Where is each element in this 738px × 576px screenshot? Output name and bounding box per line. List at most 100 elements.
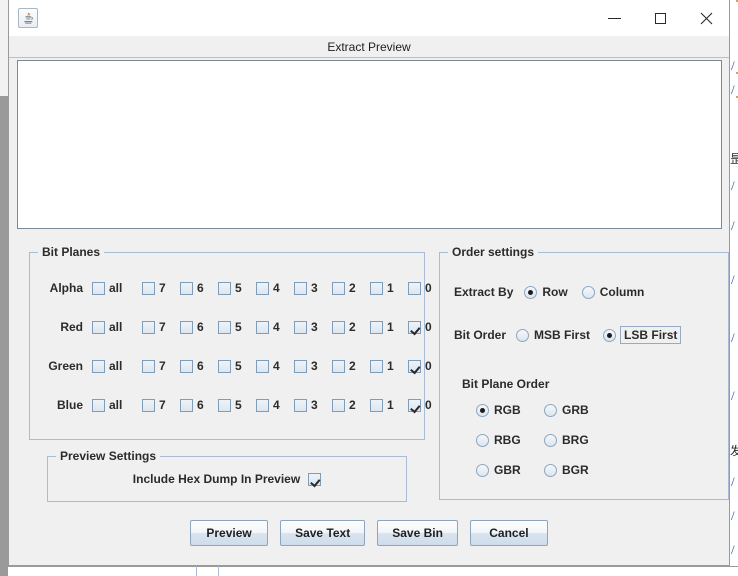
checkbox-green-7[interactable]: 7 — [142, 359, 172, 373]
checkbox-indicator[interactable] — [408, 320, 421, 334]
radio-extract-by-column[interactable]: Column — [581, 285, 644, 299]
checkbox-alpha-3[interactable]: 3 — [294, 281, 324, 295]
preview-text-area[interactable] — [17, 60, 722, 229]
checkbox-blue-1[interactable]: 1 — [370, 398, 400, 412]
checkbox-indicator[interactable] — [180, 398, 193, 412]
checkbox-indicator[interactable] — [256, 281, 269, 295]
checkbox-green-2[interactable]: 2 — [332, 359, 362, 373]
cancel-button[interactable]: Cancel — [469, 520, 548, 546]
checkbox-indicator[interactable] — [408, 281, 421, 295]
checkbox-indicator[interactable] — [256, 320, 269, 334]
checkbox-blue-all[interactable]: all — [92, 398, 134, 412]
radio-extract-by-column-indicator[interactable] — [581, 285, 595, 299]
checkbox-green-6[interactable]: 6 — [180, 359, 210, 373]
checkbox-green-0[interactable]: 0 — [408, 359, 438, 373]
radio-indicator[interactable] — [544, 403, 557, 417]
checkbox-red-5[interactable]: 5 — [218, 320, 248, 334]
checkbox-alpha-1[interactable]: 1 — [370, 281, 400, 295]
radio-bit-order-msb[interactable]: MSB First — [516, 328, 590, 342]
checkbox-green-3[interactable]: 3 — [294, 359, 324, 373]
checkbox-indicator[interactable] — [142, 359, 155, 373]
maximize-button[interactable] — [637, 0, 683, 36]
radio-bit-plane-order-bgr[interactable]: BGR — [544, 463, 589, 477]
checkbox-indicator[interactable] — [180, 320, 193, 334]
checkbox-alpha-5[interactable]: 5 — [218, 281, 248, 295]
checkbox-indicator[interactable] — [180, 359, 193, 373]
checkbox-alpha-7[interactable]: 7 — [142, 281, 172, 295]
radio-indicator[interactable] — [544, 463, 557, 477]
radio-indicator[interactable] — [544, 433, 557, 447]
include-hex-dump-row[interactable]: Include Hex Dump In Preview — [48, 457, 406, 501]
checkbox-red-0[interactable]: 0 — [408, 320, 438, 334]
checkbox-indicator[interactable] — [92, 359, 105, 373]
checkbox-green-5[interactable]: 5 — [218, 359, 248, 373]
checkbox-indicator[interactable] — [370, 398, 383, 412]
save-bin-button[interactable]: Save Bin — [377, 520, 458, 546]
radio-extract-by-row-indicator[interactable] — [524, 285, 538, 299]
checkbox-alpha-6[interactable]: 6 — [180, 281, 210, 295]
checkbox-blue-3[interactable]: 3 — [294, 398, 324, 412]
checkbox-blue-0[interactable]: 0 — [408, 398, 438, 412]
checkbox-indicator[interactable] — [294, 359, 307, 373]
include-hex-dump-checkbox[interactable] — [308, 472, 322, 486]
checkbox-indicator[interactable] — [142, 281, 155, 295]
checkbox-indicator[interactable] — [408, 359, 421, 373]
save-text-button[interactable]: Save Text — [280, 520, 366, 546]
checkbox-indicator[interactable] — [332, 320, 345, 334]
minimize-button[interactable] — [591, 0, 637, 36]
checkbox-green-4[interactable]: 4 — [256, 359, 286, 373]
radio-indicator[interactable] — [476, 403, 489, 417]
checkbox-indicator[interactable] — [370, 281, 383, 295]
checkbox-blue-4[interactable]: 4 — [256, 398, 286, 412]
checkbox-indicator[interactable] — [408, 398, 421, 412]
checkbox-blue-5[interactable]: 5 — [218, 398, 248, 412]
checkbox-indicator[interactable] — [218, 320, 231, 334]
checkbox-indicator[interactable] — [370, 359, 383, 373]
radio-bit-plane-order-gbr[interactable]: GBR — [476, 463, 521, 477]
checkbox-alpha-0[interactable]: 0 — [408, 281, 438, 295]
checkbox-red-7[interactable]: 7 — [142, 320, 172, 334]
checkbox-red-all[interactable]: all — [92, 320, 134, 334]
radio-bit-order-lsb-indicator[interactable] — [603, 328, 617, 342]
checkbox-blue-6[interactable]: 6 — [180, 398, 210, 412]
checkbox-indicator[interactable] — [332, 281, 345, 295]
radio-indicator[interactable] — [476, 463, 489, 477]
checkbox-alpha-all[interactable]: all — [92, 281, 134, 295]
checkbox-indicator[interactable] — [294, 398, 307, 412]
checkbox-blue-7[interactable]: 7 — [142, 398, 172, 412]
checkbox-indicator[interactable] — [256, 398, 269, 412]
checkbox-indicator[interactable] — [92, 281, 105, 295]
checkbox-indicator[interactable] — [256, 359, 269, 373]
radio-extract-by-row[interactable]: Row — [524, 285, 568, 299]
checkbox-red-2[interactable]: 2 — [332, 320, 362, 334]
checkbox-indicator[interactable] — [92, 398, 105, 412]
checkbox-indicator[interactable] — [370, 320, 383, 334]
checkbox-indicator[interactable] — [332, 359, 345, 373]
checkbox-green-all[interactable]: all — [92, 359, 134, 373]
close-button[interactable] — [683, 0, 729, 36]
checkbox-indicator[interactable] — [218, 359, 231, 373]
checkbox-blue-2[interactable]: 2 — [332, 398, 362, 412]
checkbox-red-3[interactable]: 3 — [294, 320, 324, 334]
radio-bit-order-lsb[interactable]: LSB First — [603, 326, 682, 344]
checkbox-indicator[interactable] — [180, 281, 193, 295]
checkbox-red-1[interactable]: 1 — [370, 320, 400, 334]
checkbox-green-1[interactable]: 1 — [370, 359, 400, 373]
checkbox-red-6[interactable]: 6 — [180, 320, 210, 334]
radio-bit-plane-order-rbg[interactable]: RBG — [476, 433, 521, 447]
checkbox-indicator[interactable] — [92, 320, 105, 334]
radio-bit-order-msb-indicator[interactable] — [516, 328, 530, 342]
checkbox-alpha-2[interactable]: 2 — [332, 281, 362, 295]
checkbox-indicator[interactable] — [218, 398, 231, 412]
checkbox-indicator[interactable] — [142, 398, 155, 412]
preview-button[interactable]: Preview — [190, 520, 269, 546]
checkbox-indicator[interactable] — [218, 281, 231, 295]
checkbox-indicator[interactable] — [294, 320, 307, 334]
checkbox-indicator[interactable] — [142, 320, 155, 334]
checkbox-alpha-4[interactable]: 4 — [256, 281, 286, 295]
radio-bit-plane-order-rgb[interactable]: RGB — [476, 403, 521, 417]
checkbox-red-4[interactable]: 4 — [256, 320, 286, 334]
radio-indicator[interactable] — [476, 433, 489, 447]
radio-bit-plane-order-brg[interactable]: BRG — [544, 433, 589, 447]
checkbox-indicator[interactable] — [294, 281, 307, 295]
